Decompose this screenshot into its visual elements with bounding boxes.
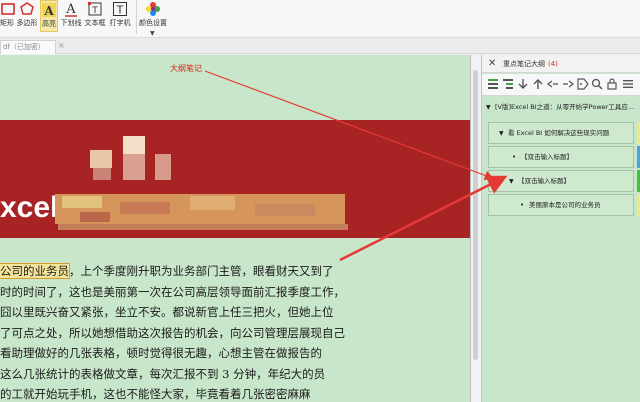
typewriter-tool-button[interactable]: T 打字机 bbox=[108, 0, 132, 30]
tag-icon[interactable] bbox=[577, 78, 589, 90]
outdent-icon[interactable] bbox=[547, 78, 559, 90]
document-scrollbar-thumb[interactable] bbox=[473, 70, 478, 360]
underline-icon: A bbox=[65, 2, 77, 17]
outline-notes-panel: ✕ 重点笔记大纲 (4) ▼ [V版]Excel BI之道：从零开始学Power工具… bbox=[481, 55, 640, 402]
text-line: 的工就开始玩手机，这也不能怪大家，毕竟看着几张密密麻麻 bbox=[0, 387, 311, 401]
mosaic-block bbox=[93, 168, 111, 180]
document-tab[interactable]: df（已加密） bbox=[0, 40, 56, 54]
mosaic-block bbox=[155, 154, 171, 180]
tree-node-root[interactable]: ▼ [V版]Excel BI之道：从零开始学Power工具应... bbox=[486, 97, 634, 117]
mosaic-block bbox=[255, 204, 315, 216]
search-icon[interactable] bbox=[591, 78, 603, 90]
color-settings-label: 颜色设置 bbox=[139, 19, 167, 27]
add-child-icon[interactable] bbox=[502, 78, 514, 90]
underline-tool-button[interactable]: A 下划线 bbox=[60, 0, 82, 30]
highlight-tool-button[interactable]: A 高亮 bbox=[40, 0, 58, 32]
highlighted-text[interactable]: 公司的业务员 bbox=[0, 263, 70, 279]
move-down-icon[interactable] bbox=[517, 78, 529, 90]
mosaic-block bbox=[120, 202, 170, 214]
tree-node-level1[interactable]: ▼ 【双击输入标题】 bbox=[509, 171, 570, 191]
close-icon[interactable]: × bbox=[58, 41, 65, 50]
note-count-badge: (4) bbox=[548, 60, 558, 68]
mosaic-block bbox=[123, 136, 145, 154]
tree-node-level2[interactable]: • 【双击输入标题】 bbox=[512, 147, 573, 167]
textbox-tool-button[interactable]: T 文本框 bbox=[84, 0, 106, 30]
panel-toolbar bbox=[482, 74, 640, 96]
tree-node-level2[interactable]: • 美丽原本是公司的业务员 bbox=[520, 195, 601, 215]
text-line: 这么几张统计的表格做文章，每次汇报不到 3 分钟，年纪大的员 bbox=[0, 366, 326, 381]
document-body-text: 公司的业务员，上个季度刚升职为业务部门主管，眼看财天又到了 时的时间了，这也是美… bbox=[0, 261, 470, 402]
panel-title: 重点笔记大纲 (4) bbox=[503, 60, 558, 68]
callout-label: 大纲笔记 bbox=[170, 64, 202, 73]
text-line: 公司的业务员，上个季度刚升职为业务部门主管，眼看财天又到了 bbox=[0, 263, 334, 279]
mosaic-block bbox=[90, 150, 112, 168]
svg-text:A: A bbox=[65, 2, 76, 17]
polygon-tool-button[interactable]: 多边形 bbox=[15, 0, 39, 30]
rectangle-tool-button[interactable]: 矩形 bbox=[0, 0, 15, 30]
underline-tool-label: 下划线 bbox=[60, 19, 82, 27]
banner-title: xcel bbox=[0, 191, 59, 224]
polygon-tool-label: 多边形 bbox=[16, 19, 38, 27]
text-line: 囧以里既兴奋又紧张，坐立不安。都说新官上任三把火，但她上位 bbox=[0, 305, 334, 319]
menu-icon[interactable] bbox=[622, 78, 634, 90]
color-palette-icon bbox=[146, 2, 160, 16]
tree-node-level1[interactable]: ▼ 看 Excel BI 如何解决这些现实问题 bbox=[499, 123, 609, 143]
mosaic-block bbox=[62, 196, 102, 208]
color-settings-button[interactable]: 颜色设置 bbox=[139, 0, 167, 30]
expand-caret-icon[interactable]: ▼ bbox=[499, 124, 508, 144]
text-line: 了可点之处，所以她想借助这次报告的机会，向公司管理层展现自己 bbox=[0, 325, 345, 340]
svg-text:A: A bbox=[43, 4, 54, 18]
expand-caret-icon[interactable]: ▼ bbox=[486, 98, 495, 118]
indent-icon[interactable] bbox=[562, 78, 574, 90]
svg-text:T: T bbox=[91, 6, 98, 16]
text-line: 看助理做好的几张表格，顿时觉得很无趣，心想主管在做报告的 bbox=[0, 346, 322, 360]
mosaic-block bbox=[123, 154, 145, 180]
annotation-toolbar: 矩形 多边形 A 高亮 A 下划线 T 文本框 T 打字机 颜色设置 ▼ bbox=[0, 0, 640, 38]
mosaic-block bbox=[190, 196, 235, 210]
bullet-icon: • bbox=[512, 153, 517, 161]
highlight-icon: A bbox=[42, 3, 56, 18]
rectangle-tool-label: 矩形 bbox=[0, 19, 14, 27]
document-page[interactable]: 大纲笔记 xcel 公司的业务员，上个季度刚升职为业务部门主管，眼看财天又到了 … bbox=[0, 55, 470, 402]
bullet-icon: • bbox=[520, 201, 525, 209]
textbox-icon: T bbox=[88, 2, 102, 16]
typewriter-tool-label: 打字机 bbox=[109, 19, 131, 27]
lock-icon[interactable] bbox=[606, 78, 618, 90]
highlight-tool-label: 高亮 bbox=[42, 20, 56, 28]
typewriter-icon: T bbox=[113, 2, 127, 17]
mosaic-block bbox=[80, 212, 110, 222]
chevron-down-icon[interactable]: ▼ bbox=[150, 30, 155, 37]
textbox-tool-label: 文本框 bbox=[84, 19, 106, 27]
document-tab-strip: df（已加密） × bbox=[0, 38, 640, 54]
move-up-icon[interactable] bbox=[532, 78, 544, 90]
add-sibling-icon[interactable] bbox=[487, 78, 499, 90]
svg-text:T: T bbox=[116, 4, 124, 17]
expand-caret-icon[interactable]: ▼ bbox=[509, 172, 518, 192]
panel-header: ✕ 重点笔记大纲 (4) bbox=[482, 55, 640, 73]
polygon-icon bbox=[20, 2, 34, 15]
close-icon[interactable]: ✕ bbox=[488, 58, 496, 69]
document-banner: xcel bbox=[0, 120, 470, 238]
rectangle-icon bbox=[1, 3, 15, 15]
text-line: 时的时间了，这也是美丽第一次在公司高层领导面前汇报季度工作， bbox=[0, 284, 345, 299]
mosaic-block bbox=[58, 224, 348, 230]
toolbar-divider bbox=[136, 0, 137, 34]
